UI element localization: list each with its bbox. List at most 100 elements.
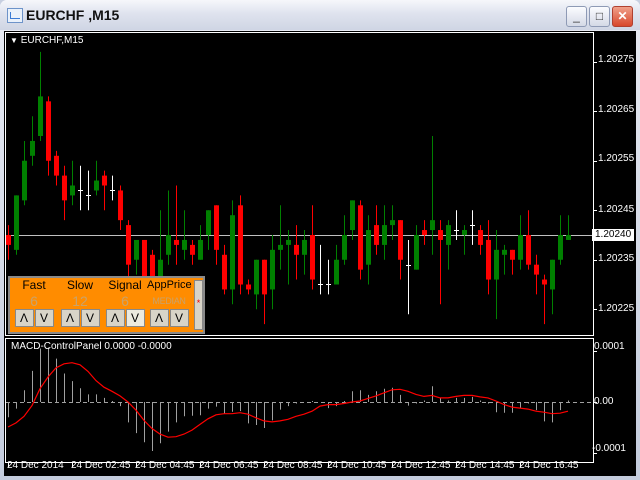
- fast-period-control: Fast 6 ΛV: [12, 278, 56, 327]
- candle-body: [102, 175, 107, 186]
- candle-body: [534, 264, 539, 275]
- candle-body: [366, 230, 371, 265]
- slow-increase-button[interactable]: Λ: [60, 309, 80, 327]
- fast-label: Fast: [22, 278, 46, 292]
- slow-value: 12: [72, 293, 88, 309]
- symbol-label[interactable]: ▼ EURCHF,M15: [10, 35, 84, 46]
- time-label: 24 Dec 14:45: [455, 460, 515, 471]
- candle-body: [518, 235, 523, 260]
- macd-axis-label: 0.00: [594, 396, 614, 407]
- candle-body: [414, 235, 419, 270]
- candle-body: [374, 225, 379, 245]
- candle-body: [238, 205, 243, 285]
- candle-body: [246, 284, 251, 290]
- time-label: 24 Dec 08:45: [263, 460, 323, 471]
- candle-body: [222, 254, 227, 290]
- candle-body: [22, 160, 27, 201]
- candle-body: [542, 279, 547, 285]
- candle-body: [430, 220, 435, 231]
- candle-body: [446, 225, 451, 245]
- candle-body: [262, 259, 267, 295]
- candle-body: [494, 249, 499, 280]
- candle-body: [526, 235, 531, 265]
- app-price-value: MEDIAN: [152, 296, 186, 306]
- candle-body: [294, 244, 299, 255]
- candle-body: [334, 259, 339, 285]
- candle-body: [230, 215, 235, 290]
- app-price-label: AppPrice: [147, 279, 192, 291]
- star-icon: *: [196, 298, 201, 308]
- slow-decrease-button[interactable]: V: [80, 309, 100, 327]
- macd-indicator-label: MACD-ControlPanel 0.0000 -0.0000: [11, 341, 172, 352]
- fast-increase-button[interactable]: Λ: [14, 309, 34, 327]
- slow-label: Slow: [66, 278, 93, 292]
- app-price-prev-button[interactable]: V: [169, 309, 189, 327]
- candle-body: [390, 220, 395, 226]
- signal-decrease-button[interactable]: V: [125, 309, 145, 327]
- price-label: 1.20255: [598, 153, 635, 164]
- price-chart[interactable]: [0, 0, 640, 480]
- price-label: 1.20275: [598, 54, 635, 65]
- dropdown-triangle-icon: ▼: [10, 36, 18, 45]
- candle-body: [14, 195, 19, 250]
- app-price-control: AppPrice MEDIAN ΛV: [147, 278, 192, 327]
- indicator-frame: [5, 338, 594, 463]
- candle-body: [46, 101, 51, 161]
- panel-collapse-button[interactable]: *: [194, 280, 203, 330]
- app-price-next-button[interactable]: Λ: [149, 309, 169, 327]
- signal-increase-button[interactable]: Λ: [105, 309, 125, 327]
- candle-body: [478, 230, 483, 245]
- time-label: 24 Dec 06:45: [199, 460, 259, 471]
- macd-signal-line: [7, 362, 569, 438]
- candle-body: [270, 249, 275, 290]
- candle-body: [174, 239, 179, 245]
- candle-body: [62, 175, 67, 201]
- macd-axis-label: 0.0001: [594, 341, 625, 352]
- candle-body: [118, 190, 123, 221]
- signal-value: 6: [121, 293, 129, 309]
- candle-body: [486, 239, 491, 280]
- time-label: 24 Dec 02:45: [71, 460, 131, 471]
- candle-body: [358, 205, 363, 270]
- candle-body: [166, 235, 171, 255]
- time-label: 24 Dec 04:45: [135, 460, 195, 471]
- candle-body: [286, 239, 291, 245]
- time-label: 24 Dec 2014: [7, 460, 64, 471]
- candle-body: [310, 235, 315, 280]
- time-label: 24 Dec 10:45: [327, 460, 387, 471]
- candle-body: [254, 259, 259, 295]
- candle-body: [342, 235, 347, 260]
- slow-period-control: Slow 12 ΛV: [58, 278, 102, 327]
- candle-body: [134, 239, 139, 260]
- candle-body: [438, 230, 443, 240]
- time-label: 24 Dec 16:45: [519, 460, 579, 471]
- candle-body: [278, 244, 283, 250]
- candle-body: [182, 239, 187, 250]
- candle-body: [198, 239, 203, 260]
- candle-body: [214, 205, 219, 250]
- candle-body: [350, 200, 355, 231]
- candle-body: [94, 180, 99, 191]
- candle-body: [422, 230, 427, 235]
- symbol-text: EURCHF,M15: [20, 35, 84, 46]
- macd-axis-label: -0.0001: [592, 443, 626, 454]
- candle-body: [126, 225, 131, 265]
- time-label: 24 Dec 12:45: [391, 460, 451, 471]
- price-label: 1.20225: [598, 303, 635, 314]
- price-label: 1.20245: [598, 204, 635, 215]
- candle-body: [206, 210, 211, 235]
- signal-label: Signal: [108, 278, 142, 292]
- candle-body: [70, 185, 75, 196]
- candle-body: [6, 235, 11, 245]
- price-label: 1.20235: [598, 253, 635, 264]
- candle-body: [566, 235, 571, 240]
- candle-body: [302, 239, 307, 255]
- candle-body: [382, 225, 387, 245]
- fast-decrease-button[interactable]: V: [34, 309, 54, 327]
- candle-body: [558, 235, 563, 260]
- candle-body: [30, 140, 35, 156]
- price-label: 1.20265: [598, 104, 635, 115]
- candle-body: [54, 155, 59, 176]
- bid-price-label: 1.20240: [592, 229, 635, 241]
- signal-period-control: Signal 6 ΛV: [103, 278, 147, 327]
